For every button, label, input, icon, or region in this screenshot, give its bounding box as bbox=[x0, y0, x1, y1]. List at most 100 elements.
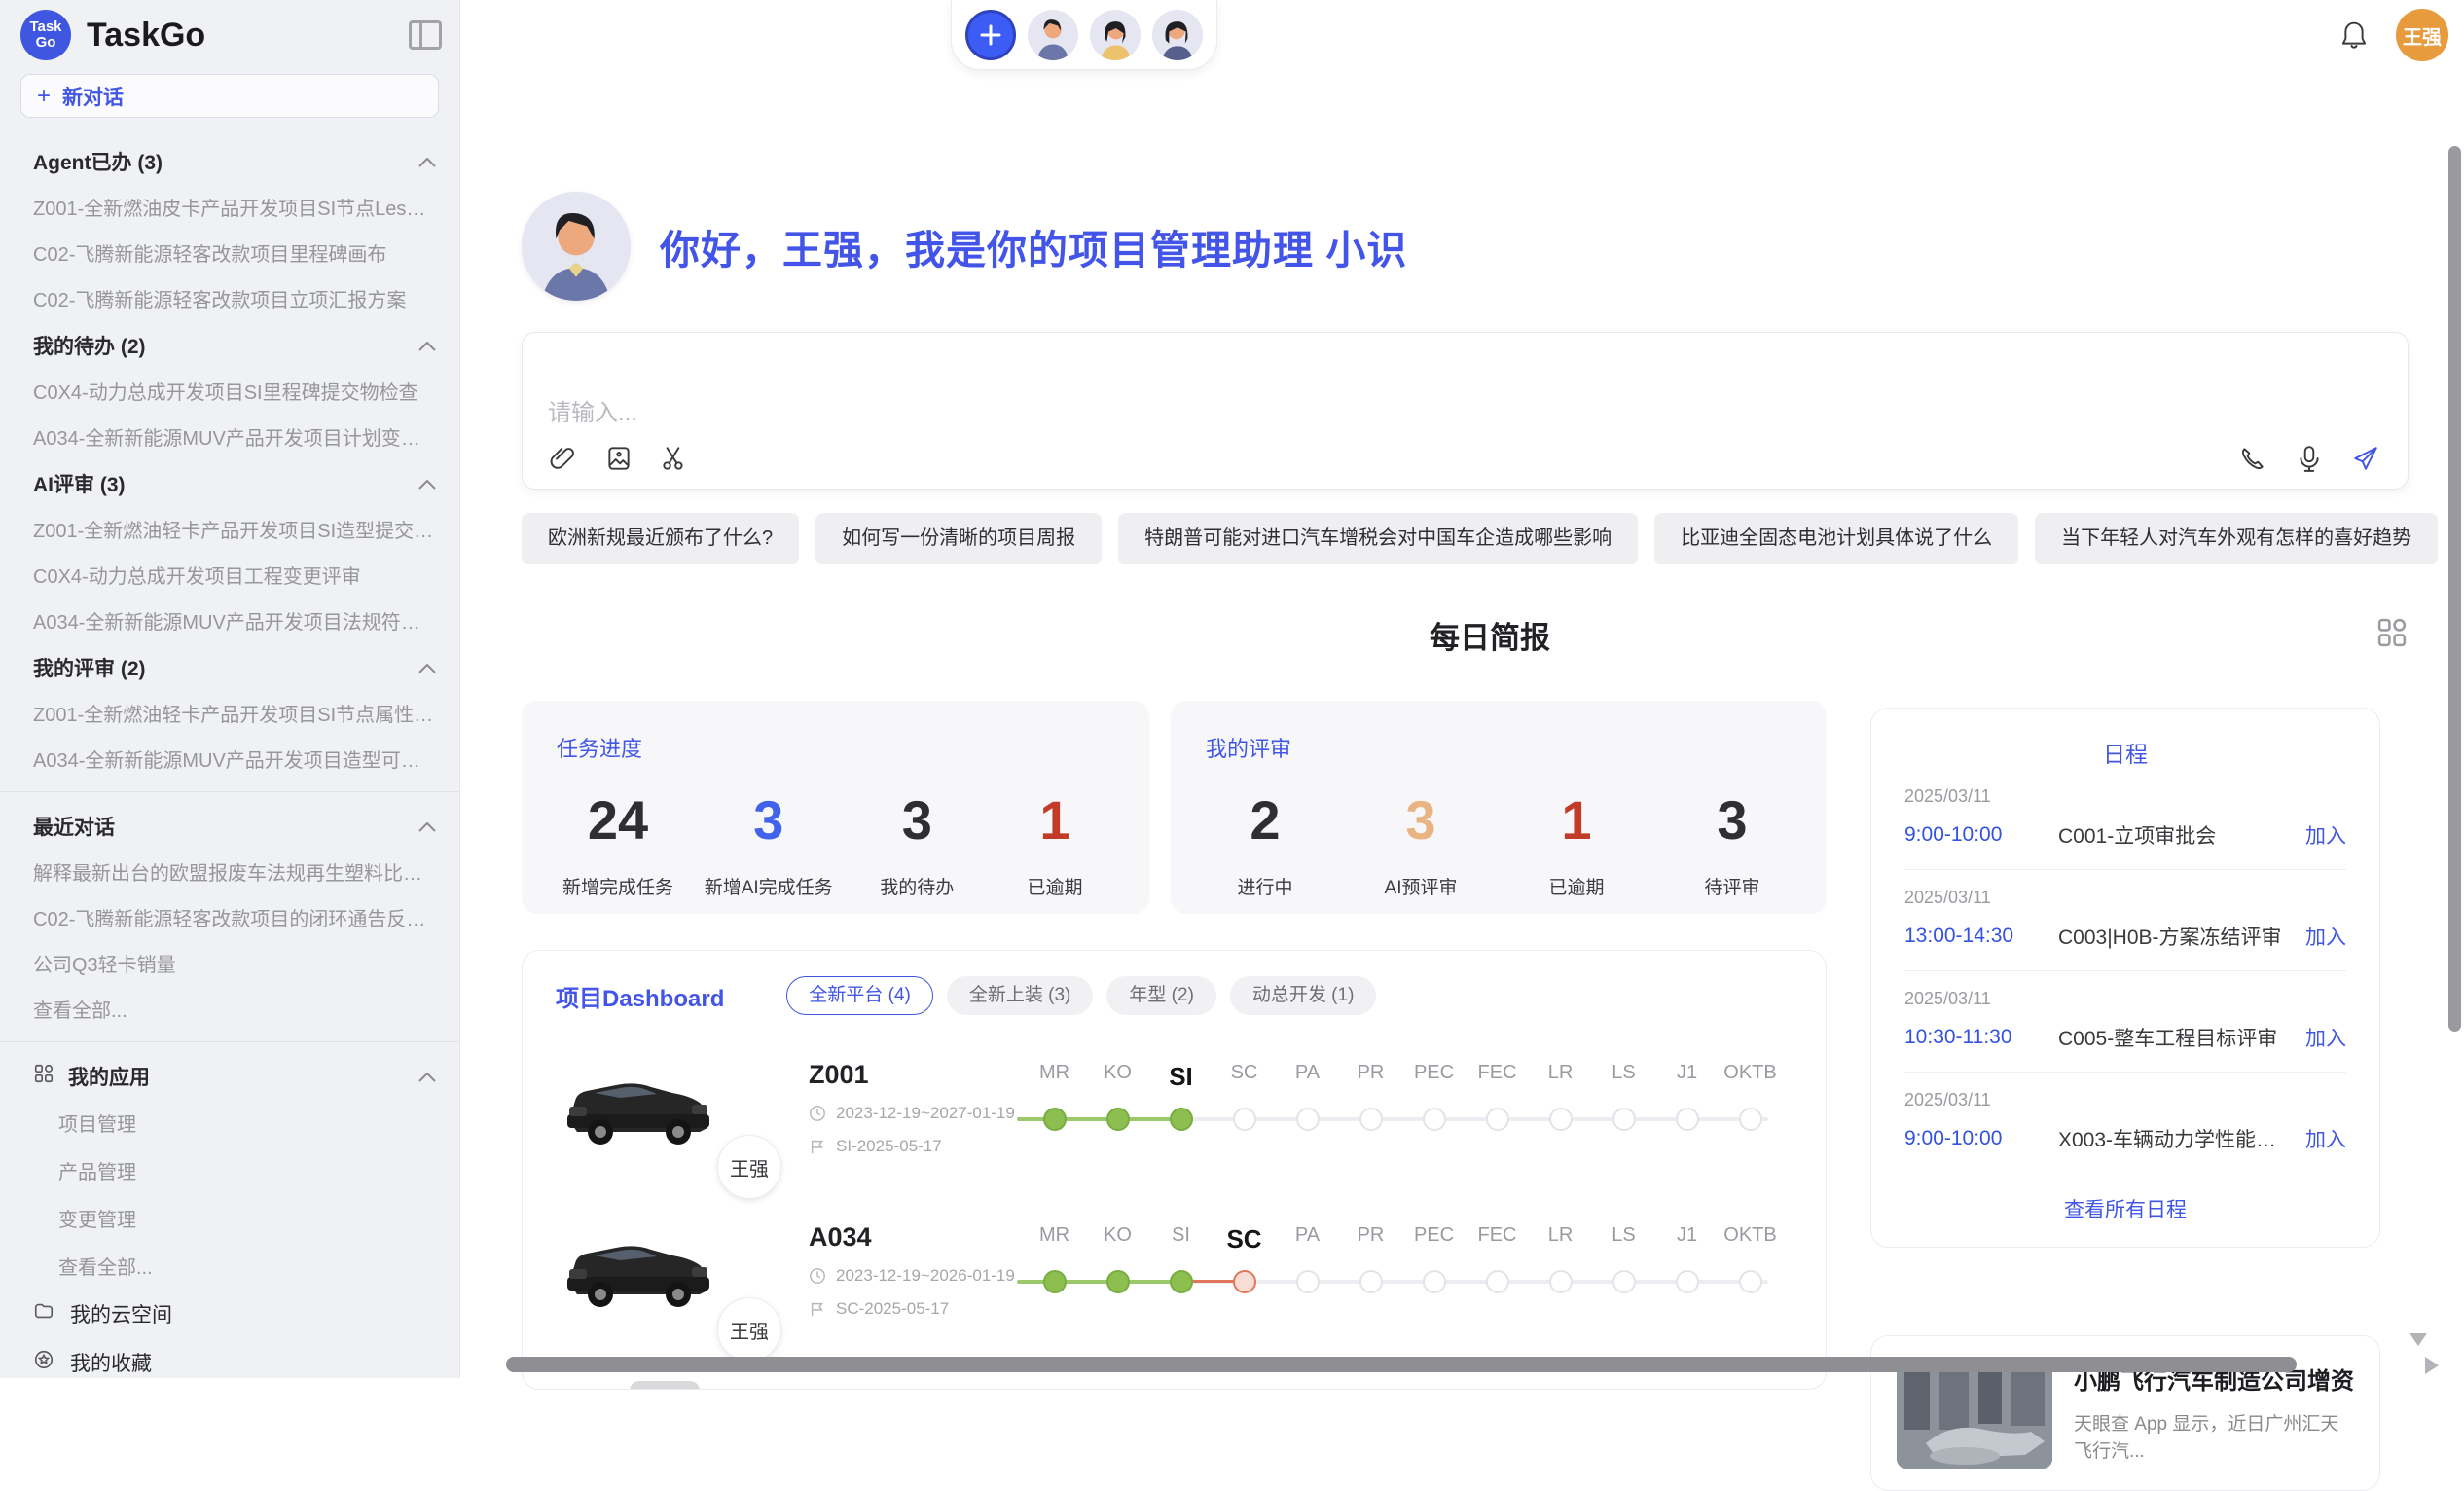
milestone-timeline: MRKOSISCPAPRPECFECLRLSJ1OKTB bbox=[1023, 1062, 1793, 1139]
milestone-dot[interactable] bbox=[1612, 1108, 1636, 1131]
milestone-dot[interactable] bbox=[1106, 1108, 1130, 1131]
schedule-entry: 2025/03/119:00-10:00X003-车辆动力学性能验...加入 bbox=[1904, 1073, 2346, 1173]
suggestion-chip[interactable]: 比亚迪全固态电池计划具体说了什么 bbox=[1654, 513, 2018, 564]
layout-grid-icon[interactable] bbox=[2374, 615, 2410, 650]
scroll-right-arrow[interactable] bbox=[2425, 1357, 2439, 1374]
milestone-timeline: MRKOSISCPAPRPECFECLRLSJ1OKTB bbox=[1023, 1224, 1793, 1301]
dashboard-tab[interactable]: 全新上装 (3) bbox=[947, 976, 1094, 1015]
sidebar-task-item[interactable]: A034-全新新能源MUV产品开发项目法规符合性评审 bbox=[0, 598, 459, 643]
sidebar-task-item[interactable]: Z001-全新燃油轻卡产品开发项目SI造型提交物评审 bbox=[0, 506, 459, 552]
sidebar-task-item[interactable]: C0X4-动力总成开发项目工程变更评审 bbox=[0, 552, 459, 598]
milestone-dot[interactable] bbox=[1233, 1270, 1256, 1293]
sidebar-task-item[interactable]: A034-全新新能源MUV产品开发项目计划变更表编写 bbox=[0, 414, 459, 459]
milestone-dot[interactable] bbox=[1676, 1270, 1699, 1293]
vertical-scrollbar[interactable] bbox=[2448, 146, 2461, 1032]
chevron-up-icon[interactable] bbox=[418, 822, 434, 831]
milestone-dot[interactable] bbox=[1612, 1270, 1636, 1293]
user-avatar[interactable]: 王强 bbox=[2396, 9, 2448, 61]
sidebar-task-item[interactable]: C02-飞腾新能源轻客改款项目里程碑画布 bbox=[0, 230, 459, 275]
milestone-dot[interactable] bbox=[1043, 1270, 1067, 1293]
voice-call-icon[interactable] bbox=[2238, 444, 2267, 473]
milestone-dot[interactable] bbox=[1296, 1108, 1320, 1131]
project-row[interactable]: 王强Z0012023-12-19~2027-01-19SI-2025-05-17… bbox=[556, 1060, 1793, 1162]
sidebar-section-header[interactable]: AI评审 (3) bbox=[0, 459, 459, 506]
horizontal-scrollbar[interactable] bbox=[506, 1357, 2297, 1372]
milestone-dot[interactable] bbox=[1549, 1270, 1573, 1293]
sidebar-section-header[interactable]: 我的评审 (2) bbox=[0, 643, 459, 690]
milestone-dot[interactable] bbox=[1739, 1270, 1762, 1293]
milestone-dot[interactable] bbox=[1106, 1270, 1130, 1293]
dashboard-tab[interactable]: 动总开发 (1) bbox=[1230, 976, 1377, 1015]
microphone-icon[interactable] bbox=[2295, 444, 2324, 473]
suggestion-chip[interactable]: 特朗普可能对进口汽车增税会对中国车企造成哪些影响 bbox=[1118, 513, 1638, 564]
milestone-dot[interactable] bbox=[1359, 1108, 1383, 1131]
recent-conversation-item[interactable]: 解释最新出台的欧盟报废车法规再生塑料比例被调至15%... bbox=[0, 849, 459, 894]
agent-avatar[interactable] bbox=[1028, 10, 1078, 60]
add-agent-button[interactable] bbox=[965, 10, 1016, 60]
chevron-up-icon[interactable] bbox=[418, 664, 434, 673]
recent-conversation-item[interactable]: 公司Q3轻卡销量 bbox=[0, 940, 459, 986]
milestone-dot[interactable] bbox=[1423, 1108, 1446, 1131]
sidebar-group-my-apps[interactable]: 我的应用 bbox=[0, 1052, 459, 1099]
attachment-icon[interactable] bbox=[550, 444, 579, 473]
milestone-dot[interactable] bbox=[1676, 1108, 1699, 1131]
recent-conversation-item[interactable]: C02-飞腾新能源轻客改款项目的闭环通告反馈情况 bbox=[0, 894, 459, 940]
sidebar-task-item[interactable]: C0X4-动力总成开发项目SI里程碑提交物检查 bbox=[0, 368, 459, 414]
join-meeting-link[interactable]: 加入 bbox=[2305, 1023, 2346, 1052]
schedule-row: 13:00-14:30C003|H0B-方案冻结评审加入 bbox=[1904, 922, 2346, 951]
join-meeting-link[interactable]: 加入 bbox=[2305, 1124, 2346, 1153]
milestone-dot[interactable] bbox=[1549, 1108, 1573, 1131]
sidebar-app-item[interactable]: 变更管理 bbox=[0, 1194, 459, 1242]
suggestion-chip[interactable]: 欧洲新规最近颁布了什么? bbox=[522, 513, 799, 564]
stat-label: 新增完成任务 bbox=[562, 873, 673, 899]
milestone-track bbox=[1023, 1262, 1793, 1301]
dashboard-tab[interactable]: 年型 (2) bbox=[1106, 976, 1216, 1015]
agent-avatar[interactable] bbox=[1090, 10, 1141, 60]
milestone-dot[interactable] bbox=[1486, 1108, 1509, 1131]
message-input[interactable] bbox=[548, 354, 2382, 424]
chevron-up-icon[interactable] bbox=[418, 342, 434, 350]
chevron-up-icon[interactable] bbox=[418, 480, 434, 489]
chevron-up-icon[interactable] bbox=[418, 158, 434, 166]
sidebar-task-item[interactable]: A034-全新新能源MUV产品开发项目造型可行性评审 bbox=[0, 736, 459, 782]
image-upload-icon[interactable] bbox=[604, 444, 634, 473]
view-all-conversations-link[interactable]: 查看全部... bbox=[0, 986, 459, 1032]
sidebar-task-item[interactable]: Z001-全新燃油轻卡产品开发项目SI节点属性5D文件评审 bbox=[0, 690, 459, 736]
view-all-schedule-link[interactable]: 查看所有日程 bbox=[1904, 1173, 2346, 1223]
milestone-dot[interactable] bbox=[1296, 1270, 1320, 1293]
sidebar-app-item[interactable]: 产品管理 bbox=[0, 1146, 459, 1194]
sidebar-item-我的云空间[interactable]: 我的云空间 bbox=[0, 1290, 459, 1338]
milestone-dot[interactable] bbox=[1359, 1270, 1383, 1293]
sidebar-section-header[interactable]: 最近对话 bbox=[0, 802, 459, 849]
sidebar-task-item[interactable]: Z001-全新燃油皮卡产品开发项目SI节点Lesson Learn报告 bbox=[0, 184, 459, 230]
chevron-up-icon[interactable] bbox=[418, 1073, 434, 1081]
milestone-dot[interactable] bbox=[1233, 1108, 1256, 1131]
dashboard-tab[interactable]: 全新平台 (4) bbox=[786, 976, 933, 1015]
notification-bell-icon[interactable] bbox=[2339, 19, 2369, 51]
agent-avatar[interactable] bbox=[1152, 10, 1203, 60]
sidebar-app-item[interactable]: 项目管理 bbox=[0, 1099, 459, 1146]
milestone-dot[interactable] bbox=[1170, 1270, 1193, 1293]
sidebar-section-header[interactable]: Agent已办 (3) bbox=[0, 137, 459, 184]
new-chat-button[interactable]: + 新对话 bbox=[20, 74, 439, 118]
screenshot-scissors-icon[interactable] bbox=[659, 444, 688, 473]
sidebar-app-item[interactable]: 查看全部... bbox=[0, 1242, 459, 1290]
scroll-down-arrow[interactable] bbox=[2410, 1333, 2427, 1346]
sidebar-section-header[interactable]: 我的待办 (2) bbox=[0, 321, 459, 368]
project-row[interactable]: 王强A0342023-12-19~2026-01-19SC-2025-05-17… bbox=[556, 1222, 1793, 1325]
join-meeting-link[interactable]: 加入 bbox=[2305, 820, 2346, 850]
send-icon[interactable] bbox=[2351, 444, 2380, 473]
milestone-dot[interactable] bbox=[1739, 1108, 1762, 1131]
join-meeting-link[interactable]: 加入 bbox=[2305, 922, 2346, 951]
milestone-dot[interactable] bbox=[1043, 1108, 1067, 1131]
milestone-dot[interactable] bbox=[1170, 1108, 1193, 1131]
milestone-label: SI bbox=[1169, 1062, 1193, 1092]
collapse-sidebar-icon[interactable] bbox=[409, 20, 442, 50]
sidebar-task-item[interactable]: C02-飞腾新能源轻客改款项目立项汇报方案 bbox=[0, 275, 459, 321]
milestone-dot[interactable] bbox=[1486, 1270, 1509, 1293]
suggestion-chip[interactable]: 如何写一份清晰的项目周报 bbox=[815, 513, 1102, 564]
milestone-dot[interactable] bbox=[1423, 1270, 1446, 1293]
schedule-name: C001-立项审批会 bbox=[2058, 820, 2288, 850]
sidebar-item-我的收藏[interactable]: 我的收藏 bbox=[0, 1338, 459, 1378]
suggestion-chip[interactable]: 当下年轻人对汽车外观有怎样的喜好趋势 bbox=[2035, 513, 2438, 564]
